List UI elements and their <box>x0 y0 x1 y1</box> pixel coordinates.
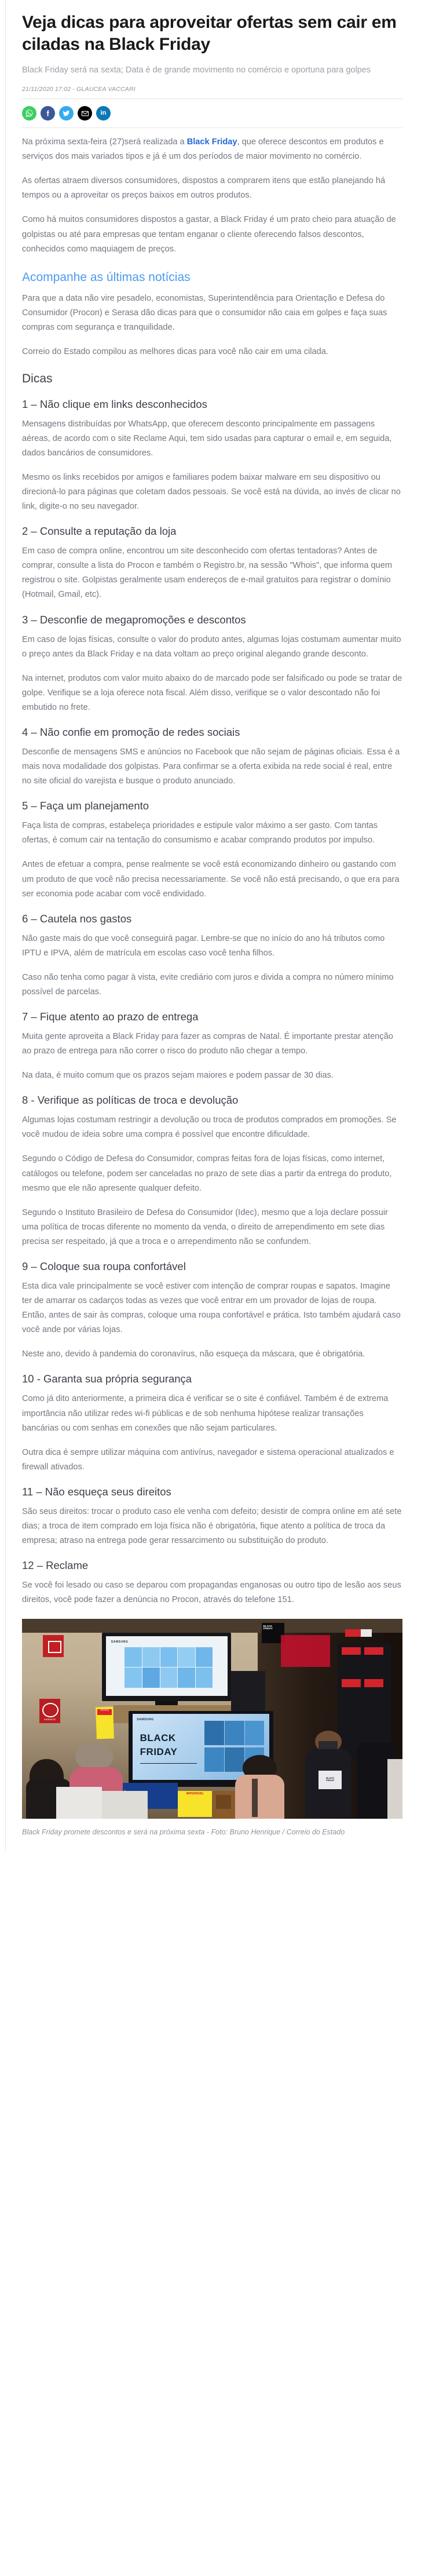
tip-8-paragraph-1: Algumas lojas costumam restringir a devo… <box>22 1115 397 1140</box>
figure-caption: Black Friday promete descontos e será na… <box>22 1828 345 1837</box>
tip-3-paragraph-2: Na internet, produtos com valor muito ab… <box>22 673 402 712</box>
tip-11-paragraph-1: São seus direitos: trocar o produto caso… <box>22 1506 402 1546</box>
tip-heading-1: 1 – Não clique em links desconhecidos <box>22 397 207 410</box>
offer-sign-label-1: OFERTA <box>100 1709 109 1712</box>
tip-12-paragraph-1: Se você foi lesado ou caso se deparou co… <box>22 1581 401 1605</box>
email-share-icon[interactable] <box>78 106 92 121</box>
tv-bottom-brand: SAMSUNG <box>137 1718 154 1722</box>
tip-8-paragraph-2: Segundo o Código de Defesa do Consumidor… <box>22 1154 392 1193</box>
tip-2-paragraph-1: Em caso de compra online, encontrou um s… <box>22 546 393 600</box>
linkedin-share-icon[interactable]: in <box>96 106 111 121</box>
tip-heading-10: 10 - Garanta sua própria segurança <box>22 1373 192 1385</box>
twitter-share-icon[interactable] <box>59 106 74 121</box>
tip-heading-2: 2 – Consulte a reputação da loja <box>22 525 177 538</box>
tip-6-paragraph-1: Não gaste mais do que você conseguirá pa… <box>22 933 385 958</box>
tv-banner-line2: FRIDAY <box>140 1746 178 1758</box>
tip-7-paragraph-1: Muita gente aproveita a Black Friday par… <box>22 1032 393 1056</box>
tip-7-paragraph-2: Na data, é muito comum que os prazos sej… <box>22 1071 334 1081</box>
facebook-share-icon[interactable] <box>41 106 55 121</box>
share-buttons: in <box>22 106 402 121</box>
tip-heading-11: 11 – Não esqueça seus direitos <box>22 1485 171 1498</box>
intro-paragraph-1: Na próxima sexta-feira (27)será realizad… <box>22 135 402 164</box>
tip-heading-3: 3 – Desconfie de megapromoções e descont… <box>22 613 246 626</box>
tip-9-paragraph-2: Neste ano, devido à pandemia do coronaví… <box>22 1349 365 1359</box>
divider-below-share <box>22 127 402 129</box>
intro-paragraph-2: As ofertas atraem diversos consumidores,… <box>22 176 386 200</box>
article-body: Na próxima sexta-feira (27)será realizad… <box>22 135 402 1607</box>
tip-heading-5: 5 – Faça um planejamento <box>22 800 149 812</box>
article-container: Veja dicas para aproveitar ofertas sem c… <box>0 0 421 1851</box>
linkedin-label: in <box>100 110 107 117</box>
tip-10-paragraph-2: Outra dica é sempre utilizar máquina com… <box>22 1447 394 1472</box>
tip-heading-8: 8 - Verifique as políticas de troca e de… <box>22 1094 239 1107</box>
divider-above-share <box>22 98 402 100</box>
article-byline: 21/11/2020 17:02 - GLAUCEA VACCARI <box>22 86 136 93</box>
latest-news-link[interactable]: Acompanhe as últimas notícias <box>22 269 402 285</box>
tip-heading-6: 6 – Cautela nos gastos <box>22 912 132 925</box>
article-page: Veja dicas para aproveitar ofertas sem c… <box>0 0 421 1851</box>
tip-heading-12: 12 – Reclame <box>22 1559 89 1572</box>
whatsapp-share-icon[interactable] <box>22 106 36 121</box>
tv-top-brand: SAMSUNG <box>111 1640 129 1644</box>
tip-8-paragraph-3: Segundo o Instituto Brasileiro de Defesa… <box>22 1207 388 1246</box>
tip-heading-4: 4 – Não confie em promoção de redes soci… <box>22 726 240 738</box>
tip-heading-9: 9 – Coloque sua roupa confortável <box>22 1260 186 1272</box>
tip-3-paragraph-1: Em caso de lojas físicas, consulte o val… <box>22 634 401 659</box>
intro-paragraph-3: Como há muitos consumidores dispostos a … <box>22 215 396 254</box>
page-title: Veja dicas para aproveitar ofertas sem c… <box>22 13 397 54</box>
tip-1-paragraph-2: Mesmo os links recebidos por amigos e fa… <box>22 472 401 512</box>
tip-heading-7: 7 – Fique atento ao prazo de entrega <box>22 1010 199 1023</box>
hydrant-sign-label: HIDRANTE <box>43 1718 56 1721</box>
offer-sign-label-2: IMPERDÍVEL <box>186 1792 204 1796</box>
tip-10-paragraph-1: Como já dito anteriormente, a primeira d… <box>22 1394 389 1433</box>
tip-4-paragraph-1: Desconfie de mensagens SMS e anúncios no… <box>22 747 400 786</box>
tips-section-heading: Dicas <box>22 372 53 386</box>
tip-1-paragraph-1: Mensagens distribuídas por WhatsApp, que… <box>22 419 392 458</box>
article-standfirst: Black Friday será na sexta; Data é de gr… <box>22 65 371 75</box>
tv-banner-line1: BLACK <box>140 1732 176 1743</box>
tip-5-paragraph-1: Faça lista de compras, estabeleça priori… <box>22 821 378 845</box>
post-link-paragraph-1: Para que a data não vire pesadelo, econo… <box>22 294 387 333</box>
intro-p1-before: Na próxima sexta-feira (27)será realizad… <box>22 137 187 147</box>
article-figure: HIDRANTE SAMSUNG SAMSUNG BLACK FRIDAY OF… <box>22 1619 402 1838</box>
tip-5-paragraph-2: Antes de efetuar a compra, pense realmen… <box>22 860 400 899</box>
tip-9-paragraph-1: Esta dica vale principalmente se você es… <box>22 1281 401 1335</box>
post-link-paragraph-2: Correio do Estado compilou as melhores d… <box>22 347 328 357</box>
black-friday-link[interactable]: Black Friday <box>187 137 237 147</box>
article-photo: HIDRANTE SAMSUNG SAMSUNG BLACK FRIDAY OF… <box>22 1619 402 1819</box>
tip-6-paragraph-2: Caso não tenha como pagar à vista, evite… <box>22 972 394 997</box>
